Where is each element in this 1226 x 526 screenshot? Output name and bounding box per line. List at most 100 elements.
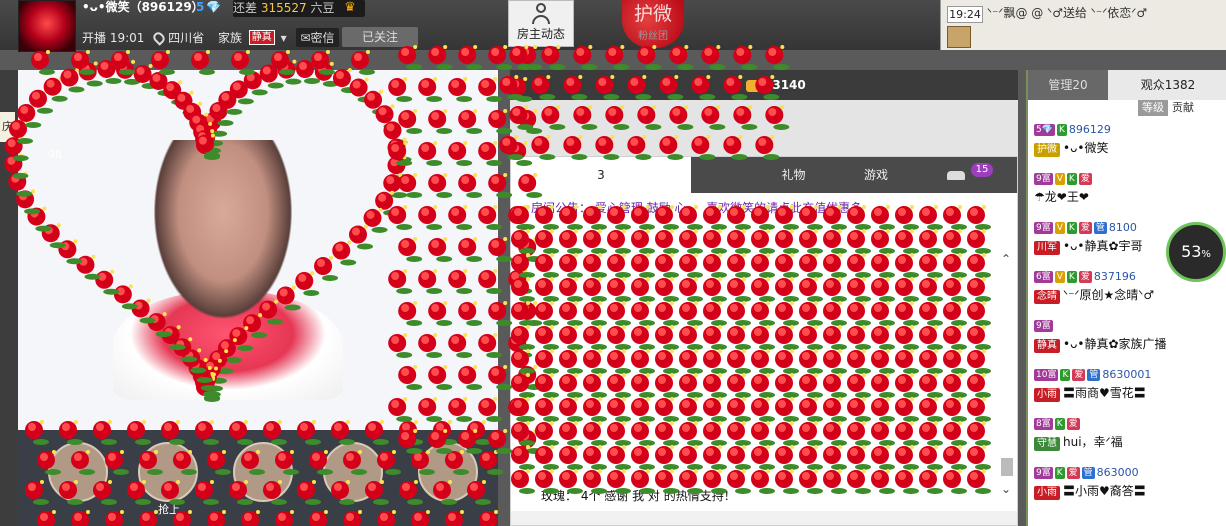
audience-name-row: 小雨 〓小雨♥裔答〓 [1034, 482, 1220, 500]
guest-seat-5[interactable] [418, 442, 478, 502]
user-badge: 管 [1087, 368, 1101, 381]
chat-scrollbar[interactable]: ⌃ ⌄ [1001, 253, 1013, 495]
car-icon [947, 171, 965, 180]
audience-list: 5💎 K 896129 护微 •ᴗ•微笑 9富 V K 爱 ☂龙❤王❤ 9富 V K 爱管 8100 川军 •ᴗ… [1034, 122, 1220, 514]
guard-button[interactable]: 护微 粉丝团 [622, 0, 684, 48]
house-icon[interactable] [947, 26, 971, 48]
family-tag: 小雨 [1034, 486, 1060, 500]
room-notice[interactable]: 房间公告： 爱心管理 鼓励 心 ， 喜欢微笑的请点此充值优惠多 [531, 199, 862, 216]
family-tag: 念晴 [1034, 290, 1060, 304]
user-badge: 9富 [1034, 221, 1053, 234]
guest-seat-2[interactable] [138, 442, 198, 502]
tab-games[interactable]: 游戏 [836, 157, 916, 193]
family-tag: 小雨 [1034, 388, 1060, 402]
sort-by-level[interactable]: 等级 [1138, 100, 1168, 116]
info-bar: 13140 [510, 70, 1018, 156]
family-tag: 川军 [1034, 241, 1060, 255]
user-name[interactable]: 〓雨商♥雪花〓 [1063, 386, 1146, 400]
live-time: 19:01 [109, 30, 145, 45]
tab-gifts[interactable]: 礼物 [751, 157, 836, 193]
user-badge: 10富 [1034, 368, 1059, 381]
host-name[interactable]: •ᴗ•微笑（896129） [82, 0, 204, 15]
tab-audience[interactable]: 观众1382 [1108, 70, 1226, 100]
user-badge: 9富 [1034, 319, 1053, 332]
video-player[interactable]: 98 [18, 70, 498, 430]
follow-button[interactable]: 已关注 [342, 27, 418, 47]
sort-by-contribution[interactable]: 贡献 [1168, 100, 1198, 116]
chevron-down-icon[interactable]: ▾ [281, 29, 287, 47]
user-badge: K [1056, 123, 1067, 136]
tab-chat[interactable]: 3 [511, 157, 691, 193]
gauge-value: 53 [1181, 242, 1202, 261]
audience-item[interactable]: 9富 V K 爱 ☂龙❤王❤ [1034, 171, 1220, 220]
message-button[interactable]: ✉密信 [296, 28, 339, 47]
guest-seat-1[interactable] [48, 442, 108, 502]
news-time: 19:24 [947, 6, 983, 23]
user-name[interactable]: 〓小雨♥裔答〓 [1063, 484, 1146, 498]
user-badge: V [1054, 221, 1065, 234]
user-name[interactable]: hui，幸ᐟ福 [1063, 435, 1123, 449]
user-name[interactable]: •ᴗ•静真✿宇哥 [1063, 239, 1143, 253]
performance-gauge[interactable]: 53% [1166, 222, 1226, 282]
audience-item[interactable]: 9富静真 •ᴗ•静真✿家族广播 [1034, 318, 1220, 367]
user-badge: K [1060, 368, 1071, 381]
chevron-down-icon[interactable]: ⌄ [1001, 483, 1011, 495]
chat-input-strip[interactable] [511, 511, 1017, 525]
audience-name-row: 静真 •ᴗ•静真✿家族广播 [1034, 335, 1220, 353]
family-tag: 守慧 [1034, 437, 1060, 451]
family-tag: 护微 [1034, 143, 1060, 157]
audience-item[interactable]: 8富 K 爱守慧 hui，幸ᐟ福 [1034, 416, 1220, 465]
car-count-badge: 15 [971, 163, 993, 177]
user-id: 8630001 [1102, 368, 1152, 381]
diamond-icon: 💎 [206, 0, 221, 14]
user-badge: 爱 [1078, 172, 1092, 185]
user-name[interactable]: •ᴗ•微笑 [1063, 141, 1109, 155]
left-tag[interactable]: 庆 [0, 112, 15, 142]
user-badge: 爱 [1072, 368, 1086, 381]
user-badge: 管 [1093, 221, 1107, 234]
guest-seat-3[interactable] [233, 442, 293, 502]
user-badge: K [1066, 172, 1077, 185]
audience-item[interactable]: 9富 K 爱管 863000 小雨 〓小雨♥裔答〓 [1034, 465, 1220, 514]
score-value: 13140 [764, 78, 806, 92]
user-badge: K [1054, 417, 1065, 430]
user-id: 863000 [1096, 466, 1139, 479]
user-badge: 9富 [1034, 466, 1053, 479]
user-badge: K [1066, 221, 1077, 234]
family-badge[interactable]: 静真 [248, 30, 275, 45]
tab-managers[interactable]: 管理20 [1028, 70, 1108, 100]
user-badge: V [1054, 172, 1065, 185]
audience-item[interactable]: 5💎 K 896129 护微 •ᴗ•微笑 [1034, 122, 1220, 171]
user-id: 896129 [1068, 123, 1111, 136]
gift-news-panel: 19:24 ᐠ⁻ᐟ飘@ @ ᐠ♂送给 ᐠ⁻ᐟ依恋ᐟ♂ [940, 0, 1226, 50]
top-bar: •ᴗ•微笑（896129） 5 💎 还差 315527 六豆 ♛ 开播 19:0… [0, 0, 1226, 52]
scroll-thumb[interactable] [1001, 458, 1013, 476]
audience-name-row: ☂龙❤王❤ [1034, 188, 1220, 205]
user-name[interactable]: ᐠ⁻ᐟ原创★念晴ᐠ♂ [1063, 288, 1154, 302]
host-activity-button[interactable]: 房主动态 [508, 0, 574, 47]
user-badge: 爱 [1078, 270, 1092, 283]
audience-tabs: 管理20 观众1382 [1028, 70, 1226, 100]
user-name[interactable]: •ᴗ•静真✿家族广播 [1063, 337, 1167, 351]
family-tag: 静真 [1034, 339, 1060, 353]
guest-seat-4[interactable] [323, 442, 383, 502]
grab-seat-button[interactable]: 抢上 [158, 502, 180, 518]
audience-item[interactable]: 10富 K 爱管 8630001 小雨 〓雨商♥雪花〓 [1034, 367, 1220, 416]
user-badge: K [1066, 270, 1077, 283]
chevron-up-icon[interactable]: ⌃ [1001, 253, 1011, 265]
family-label: 家族 [217, 30, 242, 45]
gauge-unit: % [1201, 249, 1211, 260]
audience-badges: 5💎 K 896129 [1034, 122, 1220, 136]
video-subject-face [153, 140, 293, 320]
user-badge: 爱 [1066, 417, 1080, 430]
user-badge: 8富 [1034, 417, 1053, 430]
live-label: 开播 [82, 30, 107, 45]
audience-name-row: 念晴 ᐠ⁻ᐟ原创★念晴ᐠ♂ [1034, 286, 1220, 304]
host-avatar[interactable] [18, 0, 76, 52]
host-level: 5 [196, 0, 205, 14]
crown-icon: ♛ [344, 0, 356, 15]
chat-panel: 3 礼物 游戏 15 房间公告： 爱心管理 鼓励 心 ， 喜欢微笑的请点此充值优… [510, 156, 1018, 526]
user-badge: 5💎 [1034, 123, 1055, 136]
user-id: 837196 [1093, 270, 1136, 283]
user-name[interactable]: ☂龙❤王❤ [1034, 190, 1089, 204]
